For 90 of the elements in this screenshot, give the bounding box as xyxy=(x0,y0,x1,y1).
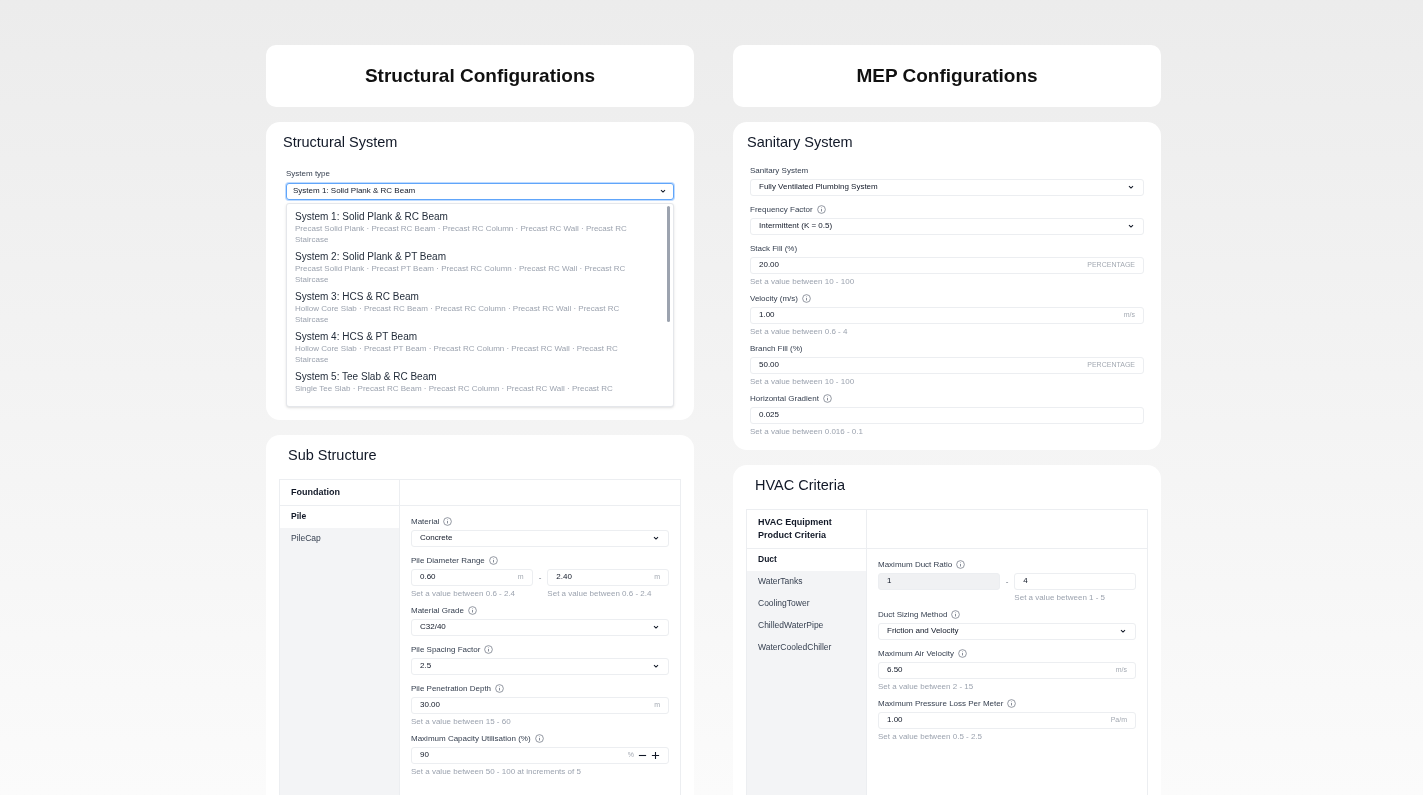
field-label: Material Grade xyxy=(411,605,464,616)
field-label: Pile Spacing Factor xyxy=(411,644,481,655)
field-value: 6.50 xyxy=(887,664,904,676)
field-label: Velocity (m/s) xyxy=(750,293,798,304)
field-value: 90 xyxy=(420,749,430,761)
field-label: System type xyxy=(286,167,331,180)
hint-text: Set a value between 0.016 - 0.1 xyxy=(750,426,864,437)
dropdown-option[interactable]: System 4: HCS & PT Beam Hollow Core Slab · Precast PT Beam · Precast RC Column · Precast RC Wall · Precast RC Staircase xyxy=(295,329,647,365)
select-field[interactable]: Intermittent (K = 0.5) xyxy=(750,217,1144,235)
hint-text: Set a value between 10 - 100 xyxy=(750,376,856,387)
select-field[interactable]: Friction and Velocity xyxy=(878,622,1136,640)
field-label: Pile Diameter Range xyxy=(411,555,485,566)
side-tab[interactable]: ChilledWaterPipe xyxy=(747,614,866,637)
chevron-down-icon xyxy=(652,623,660,631)
field-value: 1.00 xyxy=(887,714,904,726)
info-icon xyxy=(495,684,505,693)
field-label: Branch Fill (%) xyxy=(750,343,803,354)
number-field[interactable]: 4 xyxy=(1014,572,1136,590)
dropdown-option[interactable]: System 1: Solid Plank & RC Beam Precast Solid Plank · Precast RC Beam · Precast RC Column · Precast RC Wall · Precast RC Staircase xyxy=(295,209,647,245)
hint-text: Set a value between 0.6 - 2.4 xyxy=(411,588,517,599)
info-icon xyxy=(1007,699,1017,708)
field-label: Frequency Factor xyxy=(750,204,813,215)
field-label: Maximum Duct Ratio xyxy=(878,559,953,570)
info-icon xyxy=(488,556,498,565)
info-icon xyxy=(956,560,966,569)
info-icon xyxy=(802,294,811,304)
range-separator: - xyxy=(538,571,542,584)
hint-text: Set a value between 2 - 15 xyxy=(878,681,975,692)
side-tab[interactable]: Pile xyxy=(280,505,399,528)
field-value: 1 xyxy=(887,575,893,587)
dropdown-option[interactable]: System 3: HCS & RC Beam Hollow Core Slab · Precast RC Beam · Precast RC Column · Precast RC Wall · Precast RC Staircase xyxy=(295,289,647,325)
select-field[interactable]: Concrete xyxy=(411,529,669,547)
field-label: Stack Fill (%) xyxy=(750,243,798,254)
field-label: Maximum Pressure Loss Per Meter xyxy=(878,698,1004,709)
hint-text: Set a value between 1 - 5 xyxy=(1014,592,1107,603)
info-icon xyxy=(484,645,494,654)
field-label: Pile Penetration Depth xyxy=(411,683,492,694)
field-value: 20.00 xyxy=(759,259,781,272)
select-field[interactable]: C32/40 xyxy=(411,618,669,636)
dropdown-option[interactable]: System 5: Tee Slab & RC Beam Single Tee Slab · Precast RC Beam · Precast RC Column · Precast RC Wall · Precast RC xyxy=(295,369,647,394)
column-heading: MEP Configurations xyxy=(856,63,1038,88)
info-icon xyxy=(467,606,477,615)
dropdown-option[interactable]: System 2: Solid Plank & PT Beam Precast Solid Plank · Precast PT Beam · Precast RC Column · Precast RC Wall · Precast RC Staircase xyxy=(295,249,647,285)
range-separator: - xyxy=(1005,575,1009,588)
hint-text: Set a value between 0.5 - 2.5 xyxy=(878,731,984,742)
group-heading: Foundation xyxy=(291,485,340,499)
scrollbar-thumb[interactable] xyxy=(667,205,670,322)
info-icon xyxy=(958,649,968,658)
field-value: 50.00 xyxy=(759,359,781,372)
field-value: 4 xyxy=(1023,575,1029,587)
hint-text: Set a value between 0.6 - 4 xyxy=(750,326,849,337)
field-value: 0.60 xyxy=(420,571,437,583)
plus-icon[interactable] xyxy=(651,750,660,760)
section-title: HVAC Criteria xyxy=(755,475,846,495)
hint-text: Set a value between 10 - 100 xyxy=(750,276,856,287)
hint-text: Set a value between 50 - 100 at increments of 5 xyxy=(411,766,582,777)
field-label: Horizontal Gradient xyxy=(750,393,819,404)
chevron-down-icon xyxy=(652,662,660,670)
section-title: Sanitary System xyxy=(747,133,854,152)
side-tab[interactable]: CoolingTower xyxy=(747,592,866,615)
number-field[interactable]: 0.025 xyxy=(750,406,1144,424)
select-field[interactable]: Fully Ventilated Plumbing System xyxy=(750,178,1144,196)
section-title: Structural System xyxy=(283,133,399,152)
hint-text: Set a value between 0.6 - 2.4 xyxy=(547,588,653,599)
section-title: Sub Structure xyxy=(288,445,378,465)
side-tab[interactable]: Duct xyxy=(747,548,866,571)
field-value: 2.40 xyxy=(556,571,573,583)
field-label: Duct Sizing Method xyxy=(878,609,948,620)
info-icon xyxy=(822,394,832,404)
chevron-down-icon xyxy=(652,534,660,542)
info-icon xyxy=(534,734,544,743)
side-tab[interactable]: WaterTanks xyxy=(747,570,866,593)
side-tab[interactable]: WaterCooledChiller xyxy=(747,636,866,659)
field-label: Maximum Capacity Utilisation (%) xyxy=(411,733,531,744)
info-icon xyxy=(951,610,961,619)
select-field[interactable]: 2.5 xyxy=(411,657,669,675)
field-label: Sanitary System xyxy=(750,165,809,176)
field-value: 0.025 xyxy=(759,409,781,422)
field-label: Material xyxy=(411,516,440,527)
info-icon xyxy=(443,517,453,526)
field-value: 30.00 xyxy=(420,699,442,711)
column-heading: Structural Configurations xyxy=(364,63,596,88)
select-field[interactable]: System 1: Solid Plank & RC Beam xyxy=(286,182,674,200)
field-value: 1.00 xyxy=(759,309,776,322)
group-heading: HVAC Equipment Product Criteria xyxy=(758,515,833,542)
info-icon xyxy=(816,205,826,215)
side-tab[interactable]: PileCap xyxy=(280,527,399,550)
field-label: Maximum Air Velocity xyxy=(878,648,955,659)
chevron-down-icon xyxy=(1119,627,1127,635)
hint-text: Set a value between 15 - 60 xyxy=(411,716,512,727)
